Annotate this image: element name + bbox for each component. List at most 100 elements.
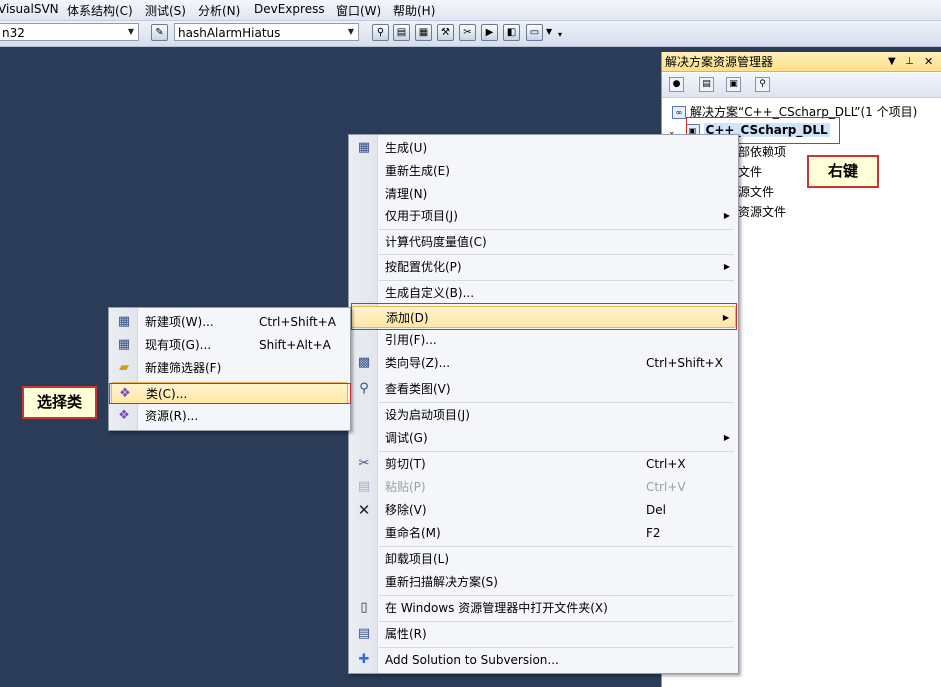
menu-test[interactable]: 测试(S) [145,2,186,19]
menu-item-label: Add Solution to Subversion... [385,653,559,667]
toolbar-overflow-icon[interactable]: ▾ [558,30,562,39]
properties-icon[interactable]: ● [669,77,684,92]
menu-item-shortcut: Del [646,503,666,517]
chevron-down-icon[interactable]: ▼ [546,27,552,36]
class-item-highlight-box [109,383,351,404]
solution-explorer-icon[interactable]: ⚲ [372,24,389,41]
menu-separator [379,280,734,281]
menu-separator [379,546,734,547]
toolbox-icon[interactable]: ⚒ [437,24,454,41]
chevron-down-icon[interactable]: ▼ [124,24,138,40]
chevron-down-icon[interactable]: ▼ [344,24,358,40]
menu-item-shortcut: Ctrl+Shift+A [259,315,336,329]
menu-item-project-only[interactable]: 仅用于项目(J) ▶ [351,205,736,227]
menu-item-shortcut: Ctrl+V [646,480,686,494]
menu-item-clean[interactable]: 清理(N) [351,183,736,205]
menu-item-existing-item[interactable]: ▦ 现有项(G)... Shift+Alt+A [111,334,348,356]
menu-item-references[interactable]: 引用(F)... [351,329,736,351]
resource-icon: ❖ [118,408,130,423]
command-window-icon[interactable]: ▭ [526,24,543,41]
menu-item-label: 移除(V) [385,503,427,517]
menu-item-paste[interactable]: ▤ 粘贴(P) Ctrl+V [351,476,736,498]
pin-icon[interactable]: ⊥ [905,52,914,72]
menu-item-rename[interactable]: 重命名(M) F2 [351,522,736,544]
menu-item-build[interactable]: ▦ 生成(U) [351,137,736,159]
menu-item-label: 查看类图(V) [385,382,451,396]
menu-item-build-customizations[interactable]: 生成自定义(B)... [351,282,736,304]
menu-item-add-to-subversion[interactable]: ✚ Add Solution to Subversion... [351,649,736,671]
menu-item-debug[interactable]: 调试(G) ▶ [351,427,736,449]
class-wizard-icon: ▩ [357,355,371,370]
menu-item-label: 生成(U) [385,141,428,155]
menu-item-open-in-explorer[interactable]: ▯ 在 Windows 资源管理器中打开文件夹(X) [351,597,736,619]
menu-item-class-wizard[interactable]: ▩ 类向导(Z)... Ctrl+Shift+X [351,352,736,374]
menu-item-rebuild[interactable]: 重新生成(E) [351,160,736,182]
find-combo[interactable]: hashAlarmHiatus ▼ [174,23,359,41]
menu-separator [379,254,734,255]
menu-separator [379,402,734,403]
menu-visualsvn[interactable]: VisualSVN [0,2,59,16]
subversion-add-icon: ✚ [358,652,370,667]
tree-item-external-dependencies[interactable]: 部依赖项 [738,143,786,160]
refresh-icon[interactable]: ▣ [726,77,741,92]
show-all-files-icon[interactable]: ▤ [699,77,714,92]
tools-icon[interactable]: ✂ [459,24,476,41]
submenu-arrow-icon: ▶ [723,211,730,220]
find-in-files-icon[interactable]: ✎ [151,24,168,41]
menu-window[interactable]: 窗口(W) [336,2,381,19]
menu-item-new-filter[interactable]: ▰ 新建筛选器(F) [111,357,348,379]
menu-item-properties[interactable]: ▤ 属性(R) [351,623,736,645]
tree-item-header-files[interactable]: 文件 [738,163,762,180]
existing-item-icon: ▦ [117,337,131,352]
menu-item-set-startup-project[interactable]: 设为启动项目(J) [351,404,736,426]
object-browser-icon[interactable]: ▦ [415,24,432,41]
menu-item-view-class-diagram[interactable]: ⚲ 查看类图(V) [351,378,736,400]
menu-item-new-item[interactable]: ▦ 新建项(W)... Ctrl+Shift+A [111,311,348,333]
menu-separator [379,229,734,230]
menu-item-label: 资源(R)... [145,409,199,423]
menu-item-label: 卸载项目(L) [385,552,450,566]
tree-item-source-files[interactable]: 源文件 [738,183,774,200]
menu-item-resource[interactable]: ❖ 资源(R)... [111,405,348,427]
menu-item-code-metrics[interactable]: 计算代码度量值(C) [351,231,736,253]
tree-item-resource-files[interactable]: 资源文件 [738,203,786,220]
menu-item-label: 调试(G) [385,431,428,445]
cut-icon: ✂ [358,456,370,471]
menu-item-unload-project[interactable]: 卸载项目(L) [351,548,736,570]
standard-toolbar: n32 ▼ ✎ hashAlarmHiatus ▼ ⚲ ▤ ▦ ⚒ ✂ ▶ ◧ … [0,21,941,47]
menu-item-label: 重新生成(E) [385,164,450,178]
menu-help[interactable]: 帮助(H) [393,2,435,19]
menu-item-label: 生成自定义(B)... [385,286,475,300]
class-view-icon[interactable]: ⚲ [755,77,770,92]
menu-architecture[interactable]: 体系结构(C) [67,2,133,19]
menu-item-label: 属性(R) [385,627,427,641]
window-position-icon[interactable]: ▼ [888,52,896,72]
new-item-icon: ▦ [117,314,131,329]
add-item-highlight-box [351,303,737,330]
add-submenu: ▦ 新建项(W)... Ctrl+Shift+A ▦ 现有项(G)... Shi… [108,307,351,431]
menu-separator [379,647,734,648]
remove-icon: ✕ [357,501,371,519]
solution-explorer-toolbar: ● ▤ ▣ ⚲ [662,73,941,98]
menu-item-shortcut: Ctrl+X [646,457,686,471]
menu-item-remove[interactable]: ✕ 移除(V) Del [351,499,736,521]
menu-separator [379,451,734,452]
menu-analyze[interactable]: 分析(N) [198,2,240,19]
menu-item-shortcut: Shift+Alt+A [259,338,331,352]
properties-window-icon[interactable]: ▤ [393,24,410,41]
solution-explorer-title-bar: 解决方案资源管理器 ▼ ⊥ ✕ [662,52,941,72]
menu-item-shortcut: F2 [646,526,661,540]
submenu-arrow-icon: ▶ [723,262,730,271]
extension-manager-icon[interactable]: ◧ [503,24,520,41]
menu-item-rescan-solution[interactable]: 重新扫描解决方案(S) [351,571,736,593]
close-icon[interactable]: ✕ [924,52,933,72]
start-page-icon[interactable]: ▶ [481,24,498,41]
menu-item-label: 计算代码度量值(C) [385,235,487,249]
menu-devexpress[interactable]: DevExpress [254,2,325,16]
platform-combo[interactable]: n32 ▼ [0,23,139,41]
menu-item-label: 重命名(M) [385,526,441,540]
menu-item-profile-guided-optimization[interactable]: 按配置优化(P) ▶ [351,256,736,278]
submenu-arrow-icon: ▶ [723,433,730,442]
menu-item-cut[interactable]: ✂ 剪切(T) Ctrl+X [351,453,736,475]
properties-icon: ▤ [357,626,371,641]
